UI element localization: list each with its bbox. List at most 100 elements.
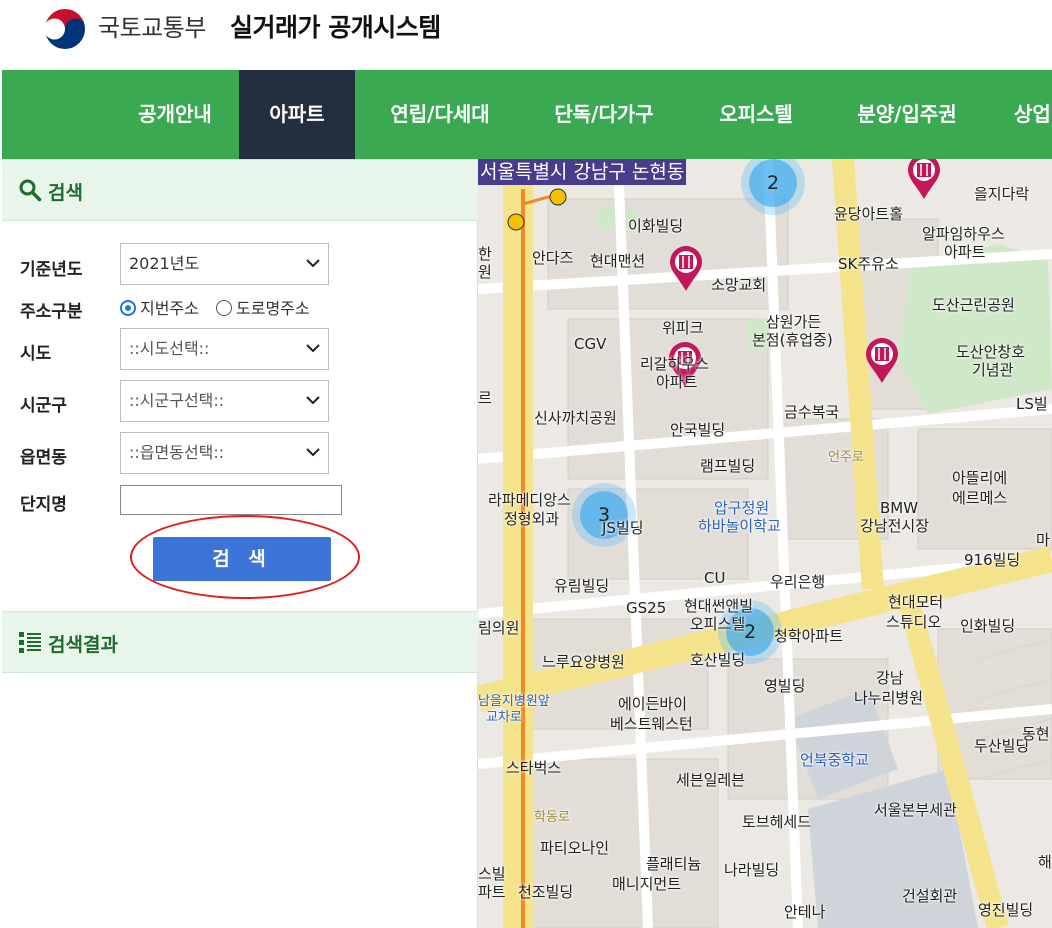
map-label: 영빌딩 — [764, 677, 806, 695]
radio-road[interactable]: 도로명주소 — [216, 295, 310, 319]
map-label: 916빌딩 — [964, 551, 1021, 569]
map-label: 베스트웨스턴 — [610, 715, 693, 733]
map-label: 언북중학교 — [800, 751, 870, 769]
map-label: 파티오나인 — [540, 839, 610, 857]
year-select[interactable]: 2021년도 — [120, 243, 329, 285]
sido-select-value: ::시도선택:: — [129, 339, 210, 358]
map-label: LS빌 — [1016, 395, 1048, 413]
year-select-value: 2021년도 — [129, 254, 200, 273]
map-label: 아파트 — [656, 373, 698, 391]
map-label: 정형외과 — [504, 510, 560, 528]
map-label: 인화빌딩 — [960, 617, 1016, 635]
nav-item-presale[interactable]: 분양/입주권 — [834, 70, 980, 159]
map-label: BMW — [880, 499, 919, 517]
map-label: 을지다락 — [974, 185, 1030, 203]
map-label: 느루요양병원 — [542, 653, 625, 671]
map-label: 라파메디앙스 — [488, 491, 571, 509]
dong-label: 읍면동 — [20, 448, 67, 468]
map-label: 르 — [478, 389, 492, 407]
map-label: 하바놀이학교 — [698, 517, 781, 535]
map-label: CU — [704, 569, 726, 587]
map-label: JS빌딩 — [602, 519, 644, 537]
highlight-ellipse — [130, 515, 360, 599]
map-label: 알파임하우스 — [922, 225, 1005, 243]
map-label: 림의원 — [478, 619, 520, 637]
search-section-header: 검색 — [2, 159, 478, 221]
list-icon — [19, 632, 41, 653]
map-label: 한 — [478, 245, 492, 263]
road-label: 언주로 — [828, 450, 864, 465]
map-label: 소망교회 — [711, 276, 767, 294]
map-label: 본점(휴업중) — [752, 331, 833, 349]
map-label: 매니지먼트 — [612, 875, 682, 893]
complex-name-input[interactable] — [120, 485, 342, 515]
nav-item-rowhouse[interactable]: 연립/다세대 — [364, 70, 516, 159]
ministry-name[interactable]: 국토교통부 — [98, 8, 206, 43]
map-label: CGV — [574, 335, 607, 353]
map-label: 신사까치공원 — [534, 409, 617, 427]
map-label: 압구정원 — [714, 499, 770, 517]
map-label: 위피크 — [662, 319, 704, 337]
map-label: 오피스텔 — [690, 615, 746, 633]
sido-select[interactable]: ::시도선택:: — [120, 328, 329, 370]
map-label: SK주유소 — [838, 255, 899, 273]
map-label: 안테나 — [784, 903, 826, 921]
map-label: 이화빌딩 — [628, 217, 684, 235]
nav-item-detached[interactable]: 단독/다가구 — [530, 70, 678, 159]
chevron-down-icon — [306, 344, 320, 353]
radio-unchecked-icon[interactable] — [216, 300, 232, 316]
map-label: 안다즈 — [532, 249, 574, 267]
nav-item-info[interactable]: 공개안내 — [110, 70, 240, 159]
map-label: 윤당아트홀 — [834, 205, 904, 223]
apartment-marker-icon[interactable] — [864, 337, 900, 385]
map-label: 현대모터 — [888, 593, 944, 611]
chevron-down-icon — [306, 259, 320, 268]
chevron-down-icon — [306, 396, 320, 405]
map-label: 금수복국 — [784, 403, 840, 421]
sido-label: 시도 — [20, 344, 52, 364]
complex-label: 단지명 — [20, 495, 67, 515]
road-label: 학동로 — [534, 810, 570, 825]
map-label: 유림빌딩 — [554, 577, 610, 595]
map-view[interactable]: 서울특별시 강남구 논현동 2 3 2 이화빌딩 안다즈 현대맨션 소망교회 윤… — [478, 159, 1052, 928]
nav-item-apartment[interactable]: 아파트 — [239, 70, 355, 159]
radio-checked-icon[interactable] — [120, 300, 136, 316]
map-label: 도산근린공원 — [932, 296, 1015, 314]
map-label: 청학아파트 — [774, 627, 844, 645]
map-label: 세븐일레븐 — [676, 771, 746, 789]
apartment-marker-icon[interactable] — [906, 159, 942, 201]
map-label: 아파트 — [944, 243, 986, 261]
main-nav: 공개안내 아파트 연립/다세대 단독/다가구 오피스텔 분양/입주권 상업 — [2, 70, 1052, 159]
map-label: 삼원가든 — [766, 313, 822, 331]
map-label: 현대썬앤빌 — [684, 597, 754, 615]
government-logo-icon[interactable] — [42, 6, 88, 52]
map-cluster[interactable]: 2 — [749, 159, 797, 207]
system-title[interactable]: 실거래가 공개시스템 — [230, 8, 441, 44]
map-label: 리갈하우스 — [640, 355, 710, 373]
radio-jibun-label: 지번주소 — [140, 299, 199, 318]
results-section-title: 검색결과 — [48, 634, 118, 656]
dong-select-value: ::읍면동선택:: — [129, 443, 225, 462]
map-label: 건설회관 — [902, 887, 958, 905]
sigungu-select-value: ::시군구선택:: — [129, 391, 225, 410]
nav-item-commercial[interactable]: 상업 — [998, 70, 1052, 159]
nav-item-officetel[interactable]: 오피스텔 — [692, 70, 820, 159]
address-type-label: 주소구분 — [20, 302, 83, 322]
map-label: 강남전시장 — [860, 517, 930, 535]
sigungu-select[interactable]: ::시군구선택:: — [120, 380, 329, 422]
map-label: 스타벅스 — [506, 759, 562, 777]
map-label: 안국빌딩 — [670, 421, 726, 439]
map-label: GS25 — [626, 599, 667, 617]
dong-select[interactable]: ::읍면동선택:: — [120, 432, 329, 474]
map-label: 아뜰리에 — [952, 469, 1008, 487]
chevron-down-icon — [306, 448, 320, 457]
radio-jibun[interactable]: 지번주소 — [120, 295, 199, 319]
radio-road-label: 도로명주소 — [236, 299, 310, 318]
apartment-marker-icon[interactable] — [668, 245, 704, 293]
map-label: 기념관 — [972, 361, 1014, 379]
map-label: 서울본부세관 — [874, 801, 957, 819]
map-label: 토브헤세드 — [742, 813, 812, 831]
map-location-label: 서울특별시 강남구 논현동 — [478, 159, 687, 185]
map-label: 호산빌딩 — [690, 651, 746, 669]
search-panel: 검색 기준년도 2021년도 주소구분 지번주소 도로명주소 시도 ::시도선택… — [2, 159, 478, 928]
